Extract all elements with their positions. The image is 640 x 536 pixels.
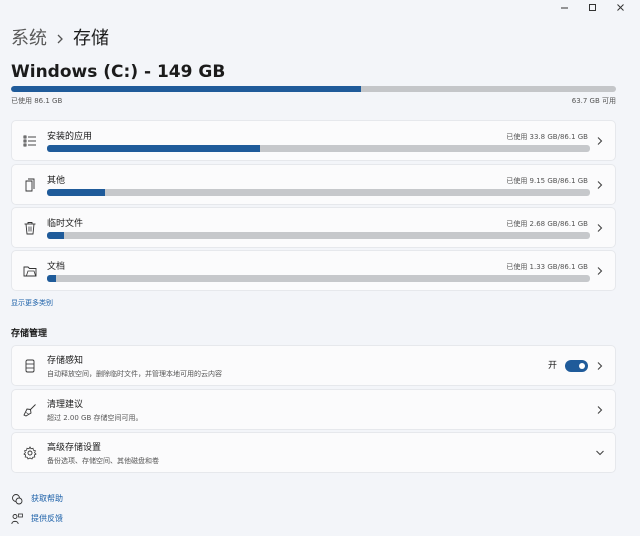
advanced-storage-settings-row[interactable]: 高级存储设置 备份选项、存储空间、其他磁盘和卷 [11,432,616,473]
apps-list-icon [23,135,36,147]
page-title: 存储 [73,28,109,49]
drive-used-label: 已使用 86.1 GB [11,97,63,105]
chevron-down-icon [596,450,604,455]
maximize-button[interactable] [578,0,606,14]
category-usage: 已使用 33.8 GB/86.1 GB [506,133,588,141]
category-label: 临时文件 [47,219,84,229]
show-more-categories-link[interactable]: 显示更多类别 [11,298,53,308]
category-usage-bar [47,232,590,239]
maximize-icon [588,3,596,11]
category-documents[interactable]: 文档 已使用 1.33 GB/86.1 GB [11,250,616,291]
file-other-icon [25,178,35,192]
drive-usage-fill [11,86,361,92]
storage-sense-title: 存储感知 [47,356,84,366]
chevron-right-icon [597,405,603,414]
storage-drive-icon [25,359,35,373]
give-feedback-label: 提供反馈 [31,514,63,523]
category-usage-fill [47,145,261,152]
close-icon [616,3,624,11]
help-chat-icon [12,494,23,505]
chevron-right-icon [597,223,603,232]
feedback-person-icon [11,513,23,525]
category-label: 文档 [47,262,66,272]
category-usage-bar [47,275,590,282]
get-help-link[interactable]: 获取帮助 [11,493,63,505]
category-label: 其他 [47,176,66,186]
chevron-right-icon [597,266,603,275]
category-other[interactable]: 其他 已使用 9.15 GB/86.1 GB [11,164,616,205]
drive-title: Windows (C:) - 149 GB [11,62,226,82]
category-usage-bar [47,145,590,152]
category-usage-fill [47,275,56,282]
minimize-button[interactable] [550,0,578,14]
drive-usage-bar [11,86,616,92]
category-usage-fill [47,189,105,196]
storage-sense-subtitle: 自动释放空间，删除临时文件，并管理本地可用的云内容 [47,370,222,378]
section-heading-storage-management: 存储管理 [11,329,48,339]
toggle-state-label: 开 [547,361,557,371]
storage-sense-row[interactable]: 存储感知 自动释放空间，删除临时文件，并管理本地可用的云内容 开 [11,345,616,386]
category-usage-bar [47,189,590,196]
category-usage-fill [47,232,64,239]
broom-icon [23,404,36,417]
cleanup-recommendations-row[interactable]: 清理建议 超过 2.00 GB 存储空间可用。 [11,389,616,430]
category-label: 安装的应用 [47,132,93,142]
advanced-settings-subtitle: 备份选项、存储空间、其他磁盘和卷 [47,457,159,465]
folder-icon [23,266,37,277]
toggle-knob [579,363,585,369]
get-help-label: 获取帮助 [31,494,63,503]
minimize-icon [560,7,568,8]
trash-icon [24,222,36,235]
close-button[interactable] [606,0,634,14]
give-feedback-link[interactable]: 提供反馈 [11,513,63,525]
cleanup-title: 清理建议 [47,400,84,410]
advanced-settings-title: 高级存储设置 [47,443,102,453]
category-installed-apps[interactable]: 安装的应用 已使用 33.8 GB/86.1 GB [11,120,616,161]
window-controls [550,0,634,14]
chevron-right-icon [597,136,603,145]
category-temp-files[interactable]: 临时文件 已使用 2.68 GB/86.1 GB [11,207,616,248]
storage-sense-toggle[interactable] [565,360,588,372]
chevron-right-icon [597,180,603,189]
drive-free-label: 63.7 GB 可用 [571,97,616,105]
category-usage: 已使用 9.15 GB/86.1 GB [506,177,588,185]
cleanup-subtitle: 超过 2.00 GB 存储空间可用。 [47,414,143,422]
category-usage: 已使用 2.68 GB/86.1 GB [506,220,588,228]
breadcrumb-parent-system[interactable]: 系统 [11,27,47,51]
chevron-right-icon [56,34,64,44]
category-usage: 已使用 1.33 GB/86.1 GB [506,263,588,271]
chevron-right-icon [597,361,603,370]
gear-icon [23,446,37,460]
breadcrumb: 系统 存储 [11,27,109,51]
